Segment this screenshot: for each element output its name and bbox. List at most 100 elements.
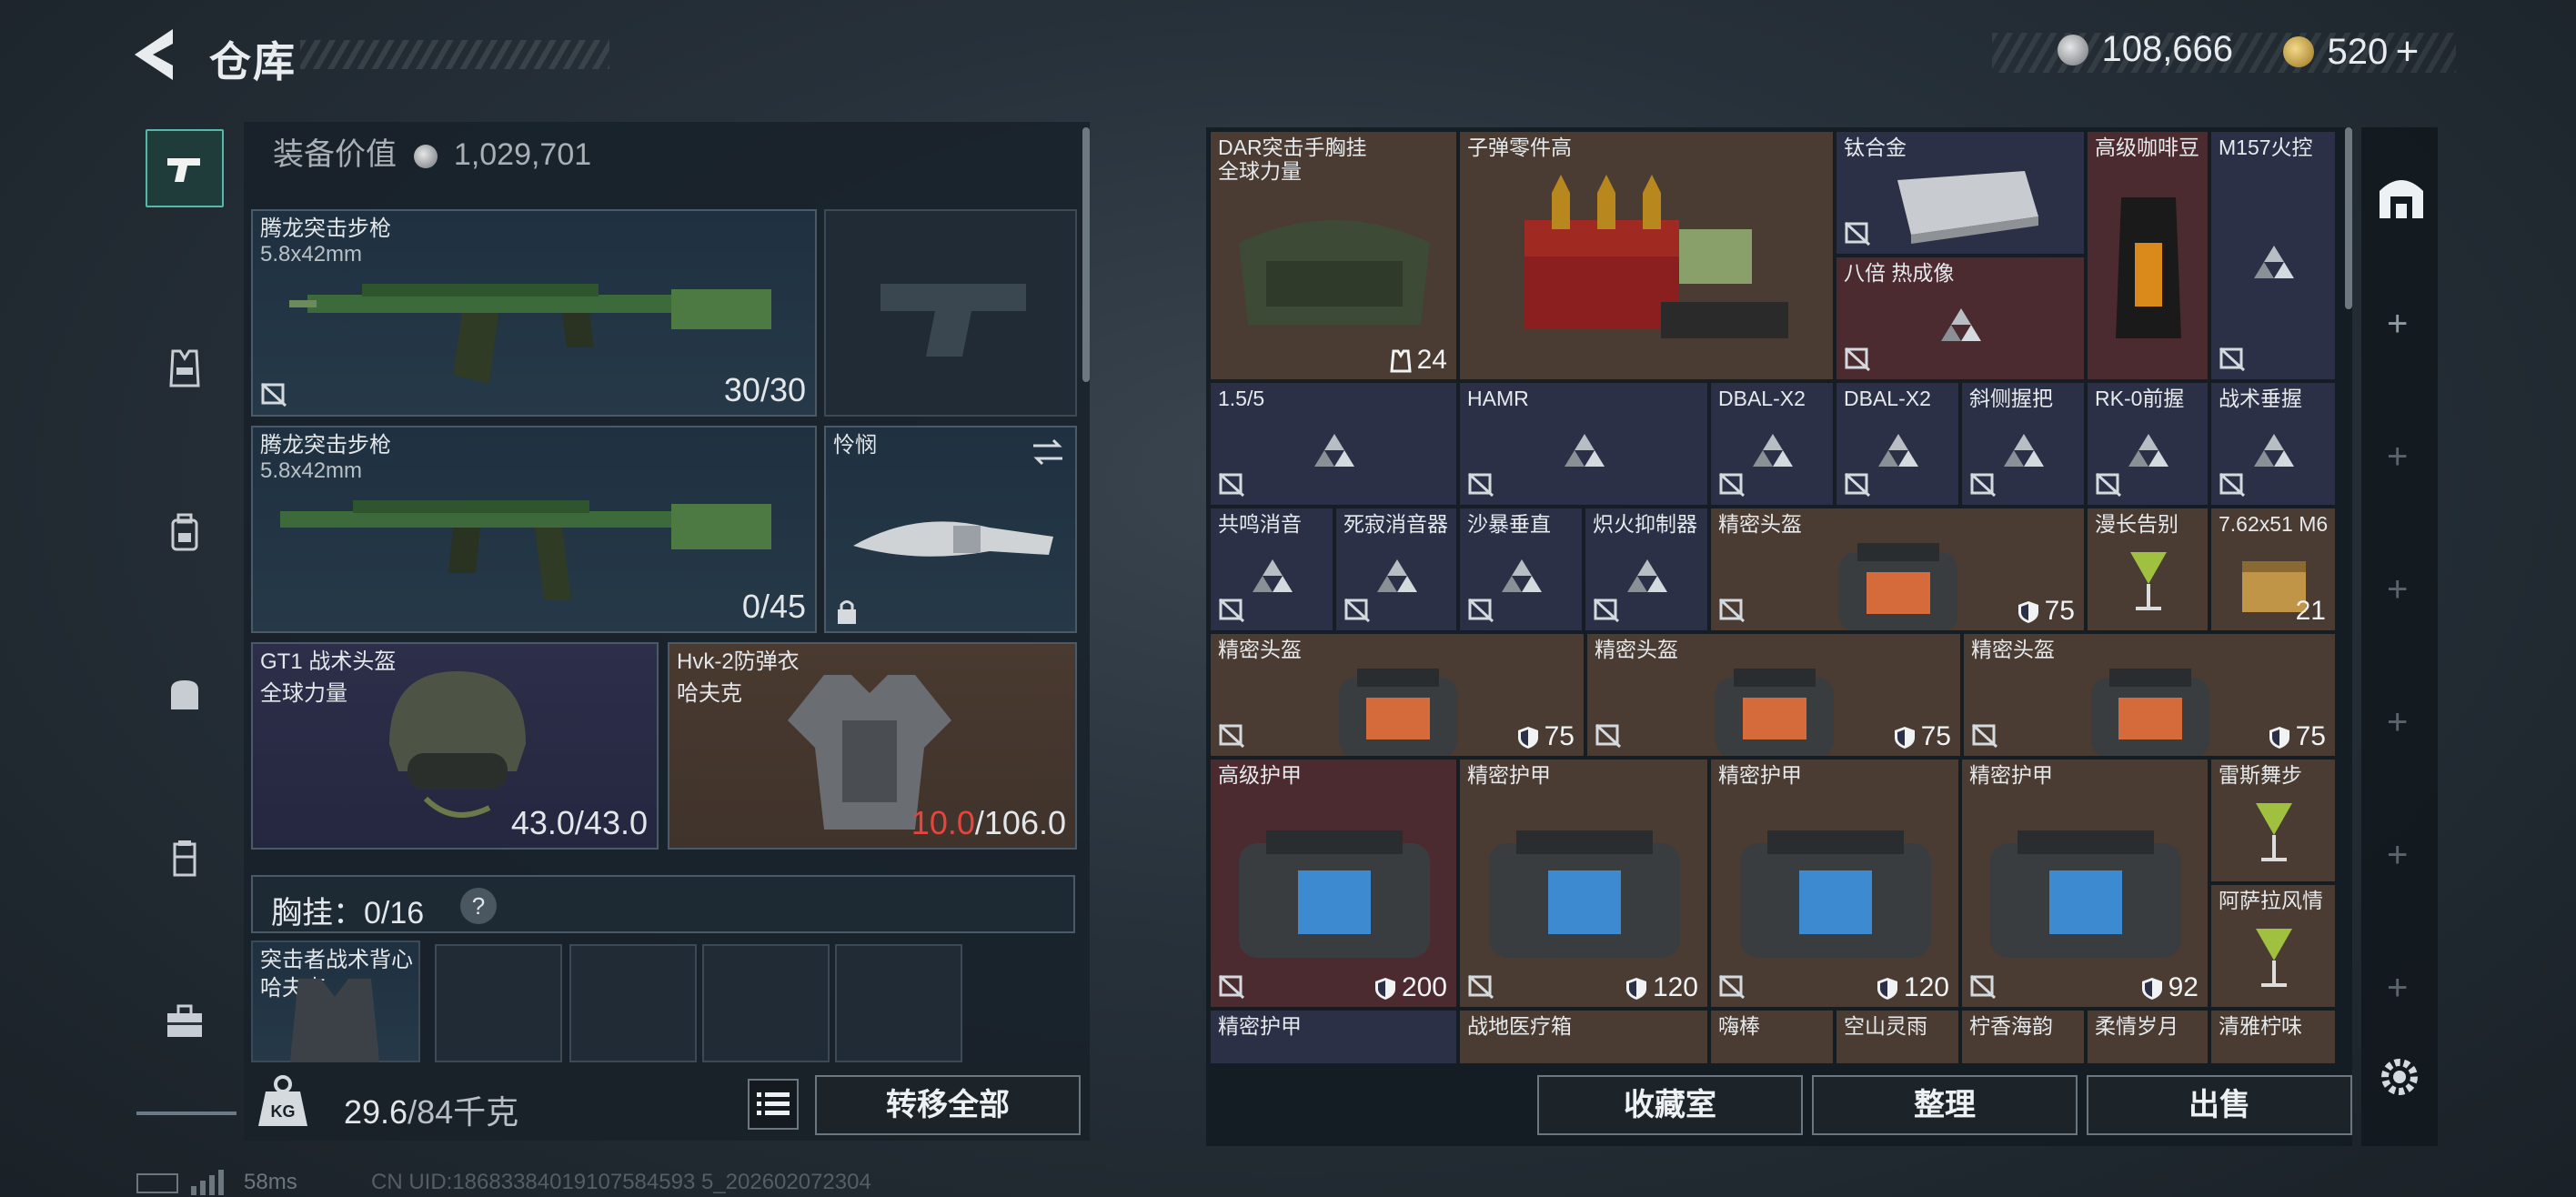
- inventory-item[interactable]: DBAL-X2: [1710, 382, 1834, 506]
- gear-icon: [2381, 1059, 2418, 1095]
- inventory-item[interactable]: 阿萨拉风情: [2210, 884, 2336, 1008]
- inventory-item[interactable]: 钛合金: [1836, 131, 2085, 255]
- nav-backpack[interactable]: [146, 493, 224, 571]
- inventory-item[interactable]: 精密护甲: [1210, 1010, 1457, 1064]
- inventory-item[interactable]: M157火控: [2210, 131, 2336, 380]
- item-placeholder-icon: [1565, 434, 1605, 467]
- inventory-item[interactable]: 子弹零件高: [1459, 131, 1834, 380]
- back-arrow-icon: [135, 29, 173, 80]
- help-icon[interactable]: ?: [460, 888, 497, 924]
- settings-button[interactable]: [2374, 1051, 2425, 1102]
- back-button[interactable]: [127, 25, 191, 84]
- inventory-item[interactable]: 嗨棒: [1710, 1010, 1834, 1064]
- signal-icon: [191, 1170, 224, 1195]
- no-trade-icon: [1718, 472, 1746, 498]
- inventory-item[interactable]: 战地医疗箱: [1459, 1010, 1708, 1064]
- gold-amount: 520: [2327, 31, 2389, 72]
- organize-button[interactable]: 整理: [1812, 1075, 2078, 1135]
- inventory-item[interactable]: 精密头盔 75: [1586, 633, 1961, 757]
- inventory-item[interactable]: 精密头盔 75: [1210, 633, 1585, 757]
- silver-coin-icon: [2058, 34, 2088, 65]
- inventory-item[interactable]: 战术垂握: [2210, 382, 2336, 506]
- inventory-item[interactable]: 斜侧握把: [1961, 382, 2085, 506]
- inventory-item[interactable]: 柔情岁月: [2087, 1010, 2209, 1064]
- add-storage-tab-icon[interactable]: +: [2387, 569, 2408, 610]
- cocktail-icon: [2256, 929, 2292, 987]
- inventory-item[interactable]: 精密护甲 120: [1459, 759, 1708, 1008]
- item-count-value: 21: [2295, 596, 2326, 626]
- add-gold-icon[interactable]: +: [2396, 29, 2420, 74]
- inventory-item[interactable]: 空山灵雨: [1836, 1010, 1959, 1064]
- item-name: 精密护甲: [1218, 1014, 1302, 1038]
- swap-icon[interactable]: [1030, 437, 1066, 468]
- durability-shield-icon: [1374, 978, 1395, 1001]
- chest-rig-pocket-4[interactable]: [835, 944, 962, 1062]
- primary-weapon-slot[interactable]: 腾龙突击步枪 5.8x42mm 30/30: [251, 209, 817, 417]
- chest-rig-pocket-2[interactable]: [569, 944, 697, 1062]
- no-trade-icon: [1218, 974, 1245, 1000]
- gold-currency[interactable]: 520 +: [2283, 29, 2419, 75]
- inventory-item[interactable]: 7.62x51 M6 21: [2210, 508, 2336, 631]
- add-storage-tab-icon[interactable]: +: [2387, 304, 2408, 345]
- nav-bag[interactable]: [146, 655, 224, 733]
- inventory-item[interactable]: 清雅柠味: [2210, 1010, 2336, 1064]
- inventory-item[interactable]: 漫长告别: [2087, 508, 2209, 631]
- item-name: 高级咖啡豆: [2095, 136, 2199, 159]
- inventory-item[interactable]: 八倍 热成像: [1836, 256, 2085, 380]
- loadout-scrollbar[interactable]: [1082, 127, 1090, 382]
- chest-rig-item-slot[interactable]: 突击者战术背心 哈夫克: [251, 940, 420, 1070]
- inventory-item[interactable]: DBAL-X2: [1836, 382, 1959, 506]
- inventory-item[interactable]: RK-0前握: [2087, 382, 2209, 506]
- weight-kg-icon: KG: [258, 1075, 307, 1126]
- add-storage-tab-icon[interactable]: +: [2387, 437, 2408, 478]
- nav-weapons[interactable]: [146, 129, 224, 207]
- no-trade-icon: [260, 382, 287, 407]
- inventory-item[interactable]: 精密头盔 75: [1963, 633, 2336, 757]
- item-count-value: 75: [1920, 721, 1951, 751]
- list-view-button[interactable]: [748, 1079, 799, 1130]
- sidearm-slot-empty[interactable]: [824, 209, 1077, 417]
- inventory-scrollbar[interactable]: [2345, 127, 2352, 309]
- inventory-item[interactable]: 共鸣消音: [1210, 508, 1333, 631]
- inventory-item[interactable]: DAR突击手胸挂 全球力量 24: [1210, 131, 1457, 380]
- inventory-item[interactable]: 高级护甲 200: [1210, 759, 1457, 1008]
- transfer-all-button[interactable]: 转移全部: [815, 1075, 1081, 1135]
- inventory-item[interactable]: HAMR: [1459, 382, 1708, 506]
- item-name: 1.5/5: [1218, 387, 1265, 410]
- chest-rig-pocket-3[interactable]: [702, 944, 830, 1062]
- item-name: M157火控: [2219, 136, 2313, 159]
- inventory-item[interactable]: 柠香海韵: [1961, 1010, 2085, 1064]
- collection-room-button[interactable]: 收藏室: [1537, 1075, 1803, 1135]
- inventory-item[interactable]: 精密头盔 75: [1710, 508, 2085, 631]
- item-count: 75: [1517, 721, 1575, 752]
- inventory-item[interactable]: 炽火抑制器: [1585, 508, 1708, 631]
- inventory-item[interactable]: 精密护甲 120: [1710, 759, 1959, 1008]
- inventory-item[interactable]: 死寂消音器: [1335, 508, 1457, 631]
- storage-tab-main[interactable]: [2374, 169, 2429, 224]
- inventory-item[interactable]: 1.5/5: [1210, 382, 1457, 506]
- nav-pouch[interactable]: [146, 819, 224, 897]
- weight-current: 29.6: [344, 1093, 408, 1131]
- inventory-item[interactable]: 高级咖啡豆: [2087, 131, 2209, 380]
- helmet-slot[interactable]: GT1 战术头盔 全球力量 43.0/43.0: [251, 642, 659, 850]
- knife-icon: [853, 521, 1053, 557]
- add-storage-tab-icon[interactable]: +: [2387, 702, 2408, 743]
- melee-slot[interactable]: 怜悯: [824, 426, 1077, 633]
- add-storage-tab-icon[interactable]: +: [2387, 835, 2408, 876]
- inventory-item[interactable]: 雷斯舞步: [2210, 759, 2336, 882]
- durability-max: /43.0: [574, 804, 648, 841]
- list-icon: [757, 1092, 790, 1115]
- armor-slot[interactable]: Hvk-2防弹衣 哈夫克 10.0/106.0: [668, 642, 1077, 850]
- durability-shield-icon: [2018, 601, 2038, 624]
- secondary-weapon-slot[interactable]: 腾龙突击步枪 5.8x42mm 0/45: [251, 426, 817, 633]
- item-name: RK-0前握: [2095, 387, 2185, 410]
- no-trade-icon: [1595, 723, 1622, 749]
- nav-chest-rig[interactable]: [146, 329, 224, 407]
- add-storage-tab-icon[interactable]: +: [2387, 968, 2408, 1009]
- inventory-item[interactable]: 沙暴垂直: [1459, 508, 1583, 631]
- sell-button[interactable]: 出售: [2087, 1075, 2352, 1135]
- chest-rig-pocket-1[interactable]: [435, 944, 562, 1062]
- item-name: 子弹零件高: [1467, 136, 1572, 159]
- inventory-item[interactable]: 精密护甲 92: [1961, 759, 2209, 1008]
- nav-toolbox[interactable]: [146, 982, 224, 1061]
